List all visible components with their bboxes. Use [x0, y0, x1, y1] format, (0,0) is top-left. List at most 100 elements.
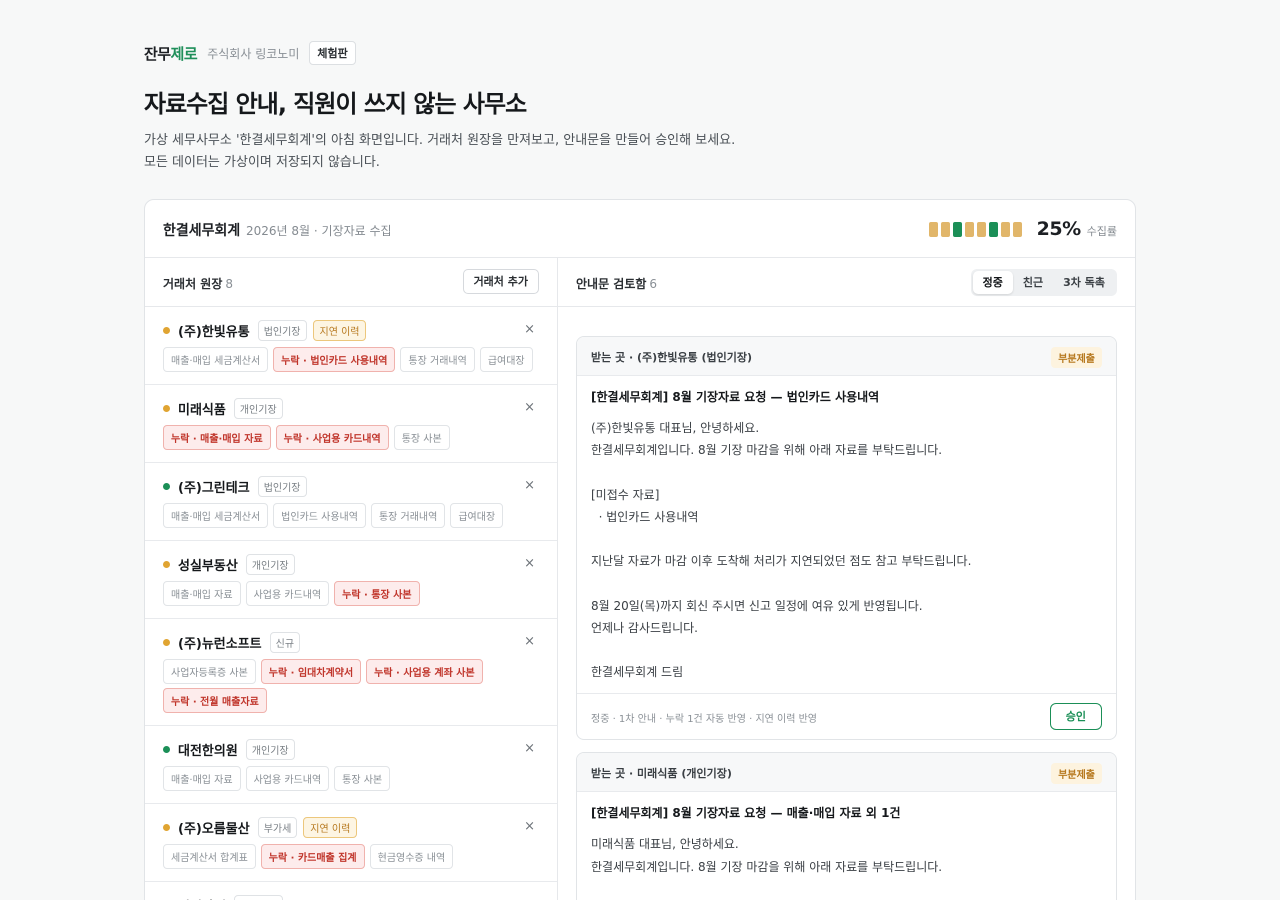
client-name[interactable]: 미래식품: [178, 399, 226, 418]
add-client-button[interactable]: 거래처 추가: [462, 269, 539, 294]
ledger-header: 거래처 원장 8 거래처 추가: [145, 258, 557, 307]
missing-document-chip[interactable]: 누락 · 사업용 계좌 사본: [366, 659, 483, 684]
trial-badge: 체험판: [309, 41, 356, 65]
client-row[interactable]: 미래식품 개인기장 × 누락 · 매출·매입 자료 누락 · 사업용 카드내역 통장 사본: [145, 385, 557, 463]
client-row[interactable]: (주)오름물산 부가세 지연 이력 × 세금계산서 합계표 누락 · 카드매출 집계 현금영…: [145, 804, 557, 882]
notice-line: [미접수 자료]: [591, 487, 660, 502]
document-chip[interactable]: 법인카드 사용내역: [273, 503, 366, 528]
document-chip[interactable]: 매출·매입 자료: [163, 766, 241, 791]
missing-document-chip[interactable]: 누락 · 매출·매입 자료: [163, 425, 271, 450]
notice-line: · 법인카드 사용내역: [591, 509, 699, 524]
missing-document-chip[interactable]: 누락 · 임대차계약서: [260, 659, 362, 684]
document-chip[interactable]: 통장 거래내역: [370, 503, 446, 528]
remove-client-icon[interactable]: ×: [524, 556, 535, 571]
document-chip[interactable]: 통장 사본: [334, 766, 391, 791]
status-dot: [163, 745, 170, 753]
notice-line: [591, 639, 1102, 661]
document-chip[interactable]: 사업용 카드내역: [245, 766, 330, 791]
client-list: (주)한빛유통 법인기장 지연 이력 × 매출·매입 세금계산서 누락 · 법인카드 사용…: [145, 307, 557, 900]
description-line: 가상 세무사무소 '한결세무회계'의 아침 화면입니다. 거래처 원장을 만져보…: [144, 133, 736, 148]
missing-document-chip[interactable]: 누락 · 법인카드 사용내역: [273, 347, 396, 372]
document-chip[interactable]: 사업자등록증 사본: [163, 659, 256, 684]
progress-segment: [1012, 221, 1022, 237]
missing-document-chip[interactable]: 누락 · 카드매출 집계: [260, 844, 365, 869]
document-chip[interactable]: 세금계산서 합계표: [163, 844, 256, 869]
notice-list: 받는 곳 · (주)한빛유통 (법인기장) 부분제출 [한결세무회계] 8월 기장자…: [576, 336, 1117, 900]
progress-segment: [952, 221, 962, 237]
document-chip[interactable]: 통장 거래내역: [400, 347, 475, 372]
notice-subject: [한결세무회계] 8월 기장자료 요청 — 매출·매입 자료 외 1건: [591, 806, 901, 821]
client-row[interactable]: (주)한빛유통 법인기장 지연 이력 × 매출·매입 세금계산서 누락 · 법인카드 사용…: [145, 307, 557, 385]
page-title: 자료수집 안내, 직원이 쓰지 않는 사무소: [144, 90, 527, 118]
card-header: 한결세무회계 2026년 8월 · 기장자료 수집 25% 수집률: [145, 200, 1135, 258]
client-type-tag: 신규: [269, 631, 301, 653]
period-label: 2026년 8월 · 기장자료 수집: [246, 224, 392, 238]
document-chip[interactable]: 매출·매입 세금계산서: [163, 503, 269, 528]
notice-line: 한결세무회계입니다. 8월 기장 마감을 위해 아래 자료를 부탁드립니다.: [591, 859, 943, 874]
page-description: 가상 세무사무소 '한결세무회계'의 아침 화면입니다. 거래처 원장을 만져보…: [144, 130, 735, 174]
notice-line: [591, 878, 1102, 900]
client-ledger-panel: 거래처 원장 8 거래처 추가 (주)한빛유통법인기장지연 이력 × 매출·매입 세금…: [145, 258, 558, 900]
remove-client-icon[interactable]: ×: [524, 741, 535, 756]
missing-document-chip[interactable]: 누락 · 통장 사본: [334, 581, 420, 606]
client-type-tag: 법인기장: [257, 475, 307, 497]
progress-segment: [940, 221, 950, 237]
remove-client-icon[interactable]: ×: [524, 400, 535, 415]
notice-line: [591, 528, 1102, 550]
notice-line: (주)한빛유통 대표님, 안녕하세요.: [591, 421, 760, 435]
client-row[interactable]: 대전한의원 개인기장 × 매출·매입 자료 사업용 카드내역 통장 사본: [145, 726, 557, 804]
client-name[interactable]: (주)한빛유통: [178, 321, 250, 340]
notice-body: [한결세무회계] 8월 기장자료 요청 — 법인카드 사용내역 (주)한빛유통 대…: [577, 376, 1116, 693]
brand-bar: 잔무제로 주식회사 링코노미 체험판: [144, 40, 356, 66]
remove-client-icon[interactable]: ×: [524, 478, 535, 493]
client-name[interactable]: 성실부동산: [178, 555, 238, 574]
approve-button[interactable]: 승인: [1049, 703, 1102, 731]
missing-document-chip[interactable]: 누락 · 사업용 카드내역: [275, 425, 389, 450]
client-type-tag: 개인기장: [233, 894, 283, 900]
client-name[interactable]: 리버카페: [178, 896, 226, 900]
document-chip[interactable]: 통장 사본: [393, 425, 450, 450]
document-chip[interactable]: 매출·매입 세금계산서: [163, 347, 269, 372]
progress-segment: [928, 221, 938, 237]
document-chip[interactable]: 현금영수증 내역: [369, 844, 454, 869]
notice-line: 지난달 자료가 마감 이후 도착해 처리가 지연되었던 점도 참고 부탁드립니다…: [591, 554, 972, 569]
review-title: 안내문 검토함 6: [576, 277, 658, 291]
document-chips: 누락 · 매출·매입 자료 누락 · 사업용 카드내역 통장 사본: [163, 425, 539, 454]
notice-card: 받는 곳 · (주)한빛유통 (법인기장) 부분제출 [한결세무회계] 8월 기장자…: [576, 336, 1117, 741]
notice-line: 8월 20일(목)까지 회신 주시면 신고 일정에 여유 있게 반영됩니다.: [591, 598, 923, 613]
client-name[interactable]: (주)그린테크: [178, 477, 250, 496]
tone-selector: 정중 친근 3차 독촉: [970, 269, 1117, 296]
client-header: 미래식품 개인기장: [163, 397, 539, 419]
client-row[interactable]: (주)뉴런소프트 신규 × 사업자등록증 사본 누락 · 임대차계약서 누락 · 사업용 …: [145, 619, 557, 726]
progress-segment: [976, 221, 986, 237]
description-line: 모든 데이터는 가상이며 저장되지 않습니다.: [144, 155, 380, 170]
client-name[interactable]: (주)오름물산: [178, 818, 250, 837]
document-chip[interactable]: 급여대장: [479, 347, 533, 372]
remove-client-icon[interactable]: ×: [524, 322, 535, 337]
document-chip[interactable]: 급여대장: [450, 503, 504, 528]
brand-logo[interactable]: 잔무제로: [144, 43, 198, 64]
notice-header: 받는 곳 · (주)한빛유통 (법인기장) 부분제출: [577, 337, 1116, 376]
document-chips: 사업자등록증 사본 누락 · 임대차계약서 누락 · 사업용 계좌 사본누락 · 전…: [163, 659, 539, 717]
remove-client-icon[interactable]: ×: [524, 634, 535, 649]
client-row[interactable]: 리버카페개인기장×: [145, 882, 557, 900]
tone-option[interactable]: 정중: [972, 271, 1013, 294]
document-chip[interactable]: 매출·매입 자료: [163, 581, 241, 606]
remove-client-icon[interactable]: ×: [524, 819, 535, 834]
client-name[interactable]: 대전한의원: [178, 740, 238, 759]
client-type-tag: 부가세: [257, 816, 298, 838]
tone-option[interactable]: 3차 독촉: [1053, 271, 1115, 294]
status-dot: [163, 482, 170, 490]
tone-option[interactable]: 친근: [1013, 271, 1053, 294]
delay-history-tag: 지연 이력: [303, 816, 358, 838]
notice-card: 받는 곳 · 미래식품 (개인기장) 부분제출 [한결세무회계] 8월 기장자료 요…: [576, 752, 1117, 900]
client-name[interactable]: (주)뉴런소프트: [178, 633, 262, 652]
document-chips: 매출·매입 자료 사업용 카드내역 누락 · 통장 사본: [163, 581, 539, 610]
client-row[interactable]: 성실부동산 개인기장 × 매출·매입 자료 사업용 카드내역 누락 · 통장 사본: [145, 541, 557, 619]
submission-status-badge: 부분제출: [1051, 763, 1102, 785]
notice-subject: [한결세무회계] 8월 기장자료 요청 — 법인카드 사용내역: [591, 390, 880, 404]
client-row[interactable]: (주)그린테크 법인기장 × 매출·매입 세금계산서 법인카드 사용내역 통장 거래내역 급…: [145, 463, 557, 541]
document-chip[interactable]: 사업용 카드내역: [245, 581, 330, 606]
missing-document-chip[interactable]: 누락 · 전월 매출자료: [163, 688, 267, 713]
notice-meta: 정중 · 1차 안내 · 누락 1건 자동 반영 · 지연 이력 반영: [591, 714, 818, 726]
